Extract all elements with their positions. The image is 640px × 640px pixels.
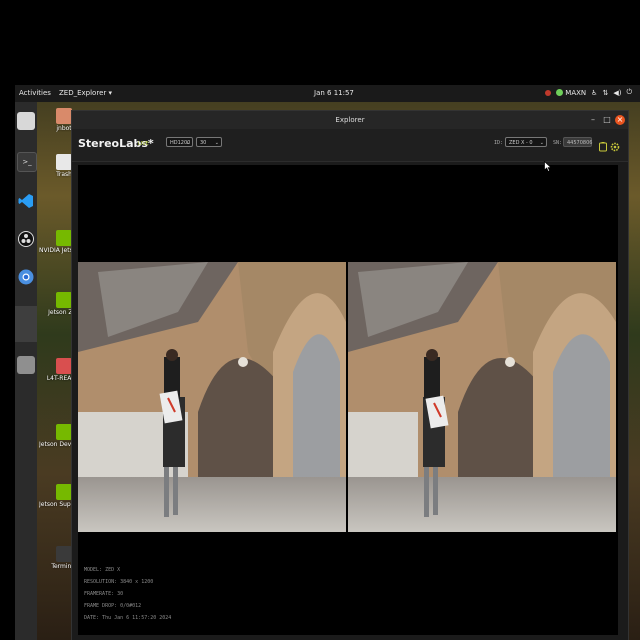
folder-icon [56, 358, 72, 374]
info-frame-drop: FRAME DROP: 0/0#012 [84, 603, 142, 609]
chromium-icon[interactable] [17, 268, 35, 286]
stereo-feed [78, 262, 618, 532]
top-bar: Activities ZED_Explorer ▾ Jan 6 11:57 MA… [15, 85, 640, 102]
camera-viewer: MODEL: ZED X RESOLUTION: 3840 x 1200 FRA… [78, 165, 618, 635]
nvidia-icon [56, 292, 72, 308]
id-label: ID: [494, 140, 504, 146]
maximize-button[interactable]: □ [602, 115, 612, 125]
serial-number-field: 44570806 [563, 137, 592, 147]
power-icon[interactable]: ⏻ [626, 88, 632, 97]
explorer-window: Explorer – □ × StereoLabs* LIVE HD1200 ⌄ … [71, 110, 629, 640]
power-dot-icon [556, 89, 564, 96]
chevron-down-icon: ⌄ [539, 140, 544, 146]
nvidia-icon [56, 230, 72, 246]
left-camera-image [78, 262, 346, 532]
camera-id-select[interactable]: ZED X - 0 ⌄ [505, 137, 547, 147]
nvidia-icon [56, 424, 72, 440]
app-icon[interactable] [15, 306, 37, 342]
record-icon[interactable] [599, 137, 607, 152]
folder-icon [56, 108, 72, 124]
obs-icon[interactable] [17, 230, 35, 248]
resolution-select[interactable]: HD1200 ⌄ [166, 137, 193, 147]
power-mode-label: MAXN [565, 88, 587, 97]
fps-value: 30 [200, 140, 207, 146]
accessibility-icon[interactable]: ♿ [591, 89, 597, 97]
desktop-screen: Activities ZED_Explorer ▾ Jan 6 11:57 MA… [15, 85, 640, 640]
system-tray[interactable]: MAXN ♿ ⇅ ◀) ⏻ [545, 88, 632, 97]
minimize-button[interactable]: – [588, 115, 598, 125]
app-menu[interactable]: ZED_Explorer ▾ [59, 89, 112, 97]
chevron-down-icon: ⌄ [214, 140, 219, 146]
dock: >_ [15, 102, 37, 640]
window-titlebar[interactable]: Explorer – □ × [72, 111, 628, 129]
trash-icon [56, 154, 72, 170]
sn-label: SN: [553, 140, 563, 146]
close-button[interactable]: × [615, 115, 625, 125]
info-model: MODEL: ZED X [84, 567, 121, 573]
nvidia-tray-icon[interactable] [545, 89, 552, 96]
drive-icon[interactable] [17, 356, 35, 374]
fps-select[interactable]: 30 ⌄ [196, 137, 222, 147]
files-icon[interactable] [17, 112, 35, 130]
info-framerate: FRAMERATE: 30 [84, 591, 124, 597]
info-resolution: RESOLUTION: 3840 x 1200 [84, 579, 154, 585]
activities-button[interactable]: Activities [19, 89, 51, 97]
settings-icon[interactable] [610, 137, 620, 152]
right-camera-image [348, 262, 616, 532]
chevron-down-icon: ⌄ [185, 140, 190, 146]
nvidia-icon [56, 484, 72, 500]
volume-icon[interactable]: ◀) [613, 89, 621, 97]
terminal-icon[interactable]: >_ [17, 152, 37, 172]
serial-number-value: 44570806 [567, 140, 593, 146]
terminal-icon [56, 546, 72, 562]
network-icon[interactable]: ⇅ [602, 89, 608, 97]
camera-id-value: ZED X - 0 [509, 140, 533, 146]
vscode-icon[interactable] [17, 192, 35, 210]
live-indicator: LIVE [138, 141, 149, 147]
mouse-cursor-icon [544, 157, 552, 172]
window-title: Explorer [335, 116, 365, 124]
power-mode-indicator[interactable]: MAXN [556, 89, 586, 97]
camera-info-overlay: MODEL: ZED X RESOLUTION: 3840 x 1200 FRA… [84, 564, 171, 624]
clock[interactable]: Jan 6 11:57 [314, 89, 354, 97]
info-date: DATE: Thu Jan 6 11:57:20 2024 [84, 615, 172, 621]
